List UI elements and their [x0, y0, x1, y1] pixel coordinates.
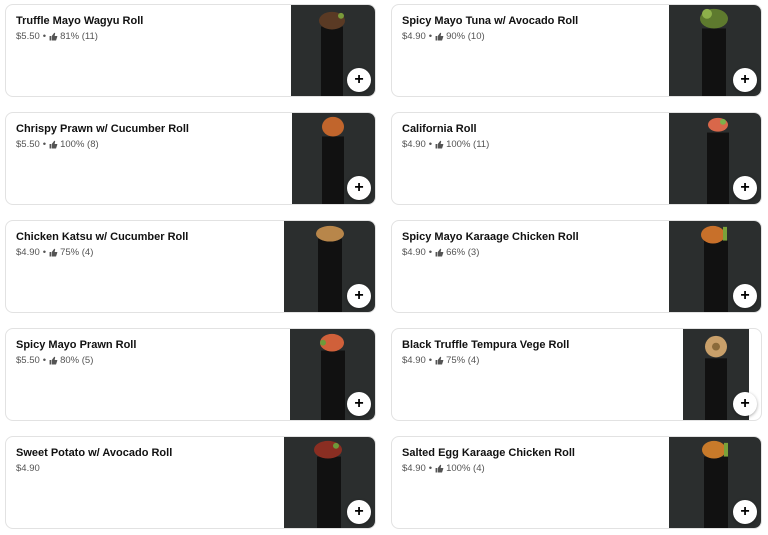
item-rating: 80% (5): [60, 355, 94, 366]
item-rating: 75% (4): [60, 247, 94, 258]
item-price: $4.90: [16, 463, 40, 474]
thumbs-up-icon: [49, 140, 58, 149]
thumbs-up-icon: [49, 248, 58, 257]
item-name: Salted Egg Karaage Chicken Roll: [402, 447, 575, 459]
item-rating: 100% (8): [60, 139, 99, 150]
add-button[interactable]: +: [347, 176, 371, 200]
menu-item-card[interactable]: Spicy Mayo Karaage Chicken Roll $4.90 • …: [391, 220, 762, 313]
item-meta: $4.90 • 100% (11): [402, 139, 490, 150]
add-button[interactable]: +: [733, 68, 757, 92]
item-price: $4.90: [402, 139, 426, 150]
item-name: Spicy Mayo Prawn Roll: [16, 339, 137, 351]
thumbs-up-icon: [435, 248, 444, 257]
item-meta: $5.50 • 80% (5): [16, 355, 94, 366]
thumbs-up-icon: [435, 140, 444, 149]
item-price: $5.50: [16, 31, 40, 42]
item-meta: $5.50 • 100% (8): [16, 139, 99, 150]
item-price: $4.90: [402, 355, 426, 366]
item-name: Black Truffle Tempura Vege Roll: [402, 339, 570, 351]
add-button[interactable]: +: [347, 392, 371, 416]
item-price: $4.90: [402, 31, 426, 42]
add-button[interactable]: +: [733, 500, 757, 524]
menu-item-card[interactable]: Truffle Mayo Wagyu Roll $5.50 • 81% (11)…: [5, 4, 376, 97]
menu-item-card[interactable]: California Roll $4.90 • 100% (11) +: [391, 112, 762, 205]
item-name: Spicy Mayo Karaage Chicken Roll: [402, 231, 579, 243]
add-button[interactable]: +: [347, 284, 371, 308]
item-name: Spicy Mayo Tuna w/ Avocado Roll: [402, 15, 579, 27]
item-meta: $4.90 • 66% (3): [402, 247, 480, 258]
item-name: California Roll: [402, 123, 477, 135]
item-meta: $4.90: [16, 463, 40, 474]
item-rating: 81% (11): [60, 31, 98, 42]
thumbs-up-icon: [435, 32, 444, 41]
thumbs-up-icon: [49, 32, 58, 41]
add-button[interactable]: +: [733, 284, 757, 308]
item-meta: $4.90 • 100% (4): [402, 463, 485, 474]
item-meta: $4.90 • 75% (4): [16, 247, 94, 258]
add-button[interactable]: +: [347, 68, 371, 92]
menu-item-card[interactable]: Spicy Mayo Tuna w/ Avocado Roll $4.90 • …: [391, 4, 762, 97]
menu-item-card[interactable]: Chicken Katsu w/ Cucumber Roll $4.90 • 7…: [5, 220, 376, 313]
menu-item-card[interactable]: Black Truffle Tempura Vege Roll $4.90 • …: [391, 328, 762, 421]
item-name: Truffle Mayo Wagyu Roll: [16, 15, 144, 27]
menu-item-card[interactable]: Spicy Mayo Prawn Roll $5.50 • 80% (5) +: [5, 328, 376, 421]
item-rating: 100% (11): [446, 139, 490, 150]
item-rating: 66% (3): [446, 247, 480, 258]
item-name: Chicken Katsu w/ Cucumber Roll: [16, 231, 189, 243]
item-name: Chrispy Prawn w/ Cucumber Roll: [16, 123, 189, 135]
item-price: $4.90: [402, 247, 426, 258]
item-meta: $4.90 • 75% (4): [402, 355, 480, 366]
item-price: $5.50: [16, 139, 40, 150]
menu-item-card[interactable]: Salted Egg Karaage Chicken Roll $4.90 • …: [391, 436, 762, 529]
thumbs-up-icon: [49, 356, 58, 365]
item-name: Sweet Potato w/ Avocado Roll: [16, 447, 173, 459]
item-meta: $5.50 • 81% (11): [16, 31, 98, 42]
item-rating: 90% (10): [446, 31, 485, 42]
add-button[interactable]: +: [733, 176, 757, 200]
item-meta: $4.90 • 90% (10): [402, 31, 485, 42]
add-button[interactable]: +: [347, 500, 371, 524]
item-price: $4.90: [402, 463, 426, 474]
item-price: $5.50: [16, 355, 40, 366]
item-rating: 100% (4): [446, 463, 485, 474]
add-button[interactable]: +: [733, 392, 757, 416]
item-price: $4.90: [16, 247, 40, 258]
thumbs-up-icon: [435, 464, 444, 473]
item-rating: 75% (4): [446, 355, 480, 366]
menu-item-card[interactable]: Sweet Potato w/ Avocado Roll $4.90 +: [5, 436, 376, 529]
menu-item-card[interactable]: Chrispy Prawn w/ Cucumber Roll $5.50 • 1…: [5, 112, 376, 205]
thumbs-up-icon: [435, 356, 444, 365]
